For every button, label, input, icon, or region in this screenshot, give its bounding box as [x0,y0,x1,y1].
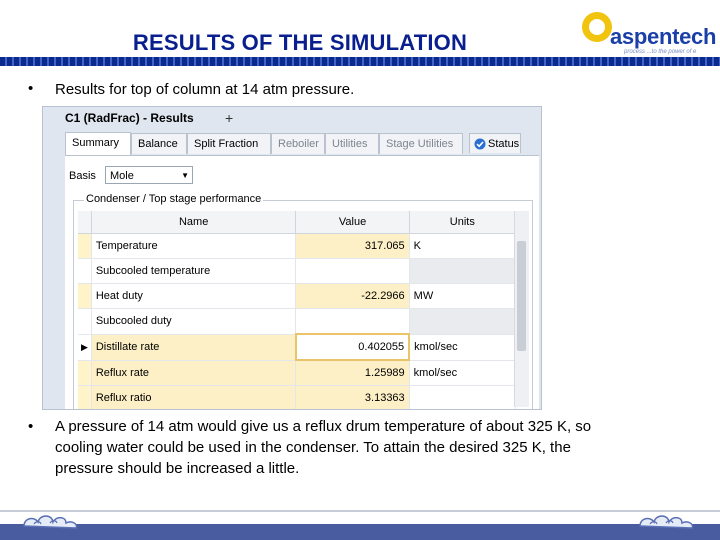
row-value[interactable]: 1.25989 [295,360,410,386]
table-row[interactable]: Reflux ratio 3.13363 [78,385,517,409]
row-name: Reflux rate [91,360,297,386]
scrollbar-thumb[interactable] [517,241,526,351]
row-value[interactable]: 3.13363 [295,385,410,409]
summary-panel: Basis Mole ▼ Condenser / Top stage perfo… [65,155,539,409]
status-check-icon [474,138,486,150]
results-window: C1 (RadFrac) - Results Summary Balance S… [42,106,542,410]
row-name: Subcooled duty [91,308,297,335]
column-header-name[interactable]: Name [91,211,297,234]
condenser-group: Condenser / Top stage performance Name V… [73,193,533,409]
column-header-units[interactable]: Units [409,211,517,234]
row-indicator [78,360,92,386]
footer-line [0,510,720,512]
row-value[interactable]: 317.065 [295,233,410,259]
row-name: Heat duty [91,283,297,309]
column-header-value[interactable]: Value [295,211,410,234]
row-indicator [78,233,92,259]
table-row[interactable]: Subcooled duty [78,308,517,335]
tab-split-fraction[interactable]: Split Fraction [187,133,271,154]
aspentech-logo-icon [582,12,612,42]
results-grid: Name Value Units Temperature 317.065 K S… [78,211,517,409]
row-indicator-header [78,211,92,234]
tab-reboiler[interactable]: Reboiler [271,133,325,154]
bullet-marker: • [28,418,34,435]
row-units[interactable] [409,385,517,409]
row-indicator [78,385,92,409]
table-row[interactable]: Subcooled temperature [78,258,517,284]
row-units[interactable]: kmol/sec [409,360,517,386]
row-name: Temperature [91,233,297,259]
header-band [0,57,720,66]
bullet-text-1: Results for top of column at 14 atm pres… [55,81,355,98]
group-label: Condenser / Top stage performance [84,193,264,205]
slide-title: RESULTS OF THE SIMULATION [132,30,468,55]
row-value[interactable] [295,258,410,284]
table-row[interactable]: Reflux rate 1.25989 kmol/sec [78,360,517,386]
grid-header: Name Value Units [78,211,517,234]
bullet-text-2-line: pressure should be increased a little. [55,460,300,477]
row-units[interactable]: K [409,233,517,259]
row-units[interactable]: kmol/sec [409,334,517,361]
bullet-marker: • [28,80,34,97]
tab-stage-utilities[interactable]: Stage Utilities [379,133,463,154]
aspentech-logo: aspentech process ...to the power of e [580,8,717,56]
row-indicator [78,308,92,335]
chevron-down-icon: ▼ [181,171,189,180]
row-name: Subcooled temperature [91,258,297,284]
table-row[interactable]: ▶ Distillate rate 0.402055 kmol/sec [78,333,517,361]
row-indicator [78,258,92,284]
window-title: C1 (RadFrac) - Results [65,111,194,125]
bullet-text-2: A pressure of 14 atm would give us a ref… [55,416,591,479]
row-name: Reflux ratio [91,385,297,409]
tab-summary[interactable]: Summary [65,132,131,156]
row-units[interactable] [409,258,517,284]
basis-select[interactable]: Mole ▼ [105,166,193,184]
logo-tagline: process ...to the power of e [624,49,697,55]
tab-status-label: Status [488,138,520,150]
logo-text: aspentech [610,24,717,49]
footer-band [0,524,720,540]
row-value[interactable]: -22.2966 [295,283,410,309]
add-tab-button[interactable]: + [225,110,233,126]
bullet-text-2-line: cooling water could be used in the conde… [55,439,571,456]
selected-row-marker: ▶ [78,334,92,361]
table-row[interactable]: Temperature 317.065 K [78,233,517,259]
tab-utilities[interactable]: Utilities [325,133,379,154]
grid-scrollbar[interactable] [514,211,529,407]
table-row[interactable]: Heat duty -22.2966 MW [78,283,517,309]
row-value[interactable] [295,308,410,335]
cloud-ornament-icon [639,515,694,529]
row-units[interactable] [409,308,517,335]
slide-header: RESULTS OF THE SIMULATION aspentech proc… [0,0,720,64]
row-name: Distillate rate [91,334,297,361]
row-indicator [78,283,92,309]
tab-balance[interactable]: Balance [131,133,187,154]
row-value[interactable]: 0.402055 [294,333,411,361]
basis-label: Basis [69,170,96,182]
cloud-ornament-icon [23,515,78,529]
bullet-text-2-line: A pressure of 14 atm would give us a ref… [55,418,592,435]
row-units[interactable]: MW [409,283,517,309]
basis-value: Mole [110,170,134,182]
tab-status[interactable]: Status [469,133,521,153]
